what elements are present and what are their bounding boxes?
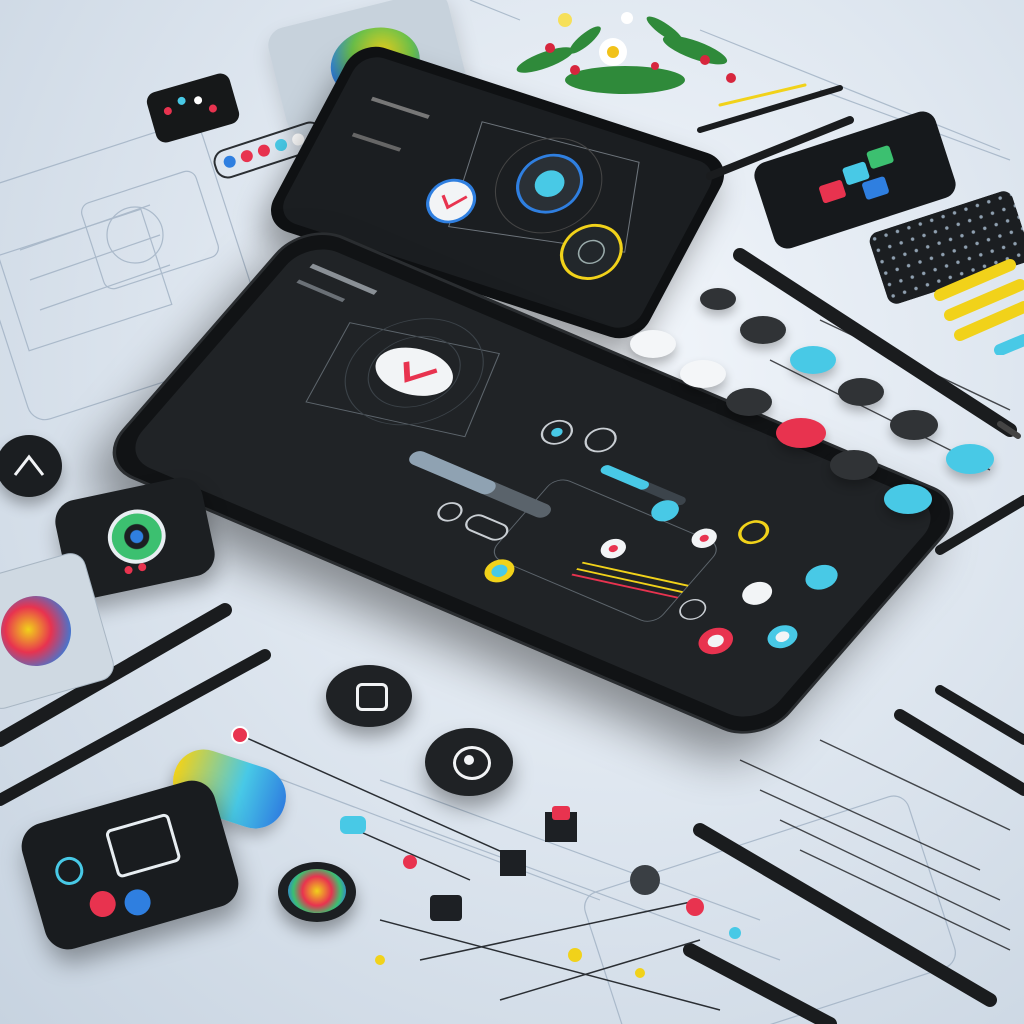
bottom-sliders [231, 726, 741, 1011]
slider-handle-blue [340, 816, 366, 834]
ui-kit-scene [0, 0, 1024, 1024]
slider-handle-red [231, 726, 249, 744]
slider-handle-dark [430, 895, 462, 921]
